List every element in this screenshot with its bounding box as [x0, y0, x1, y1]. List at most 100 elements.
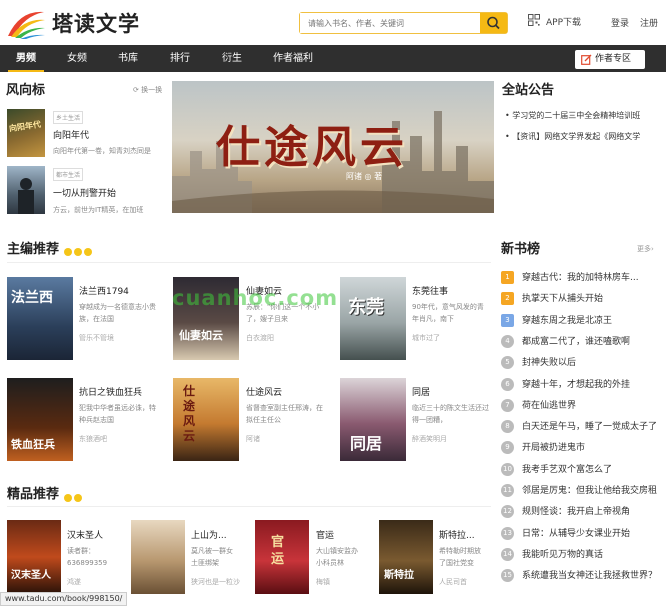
rank-title: 封神失败以后: [522, 358, 577, 369]
rank-item[interactable]: 8 白天还是午马，睡了一觉成太子了: [501, 417, 661, 438]
rank-item[interactable]: 4 都成富二代了，谁还嗑歌啊: [501, 332, 661, 353]
search-button[interactable]: [480, 13, 507, 33]
more-link[interactable]: 更多›: [637, 244, 654, 254]
rank-item[interactable]: 11 邻居是厉鬼：但我让他给我交房租: [501, 481, 661, 502]
nav-female[interactable]: 女频: [62, 45, 92, 72]
book-desc: 90年代，意气风发的青年肖凡，南下: [412, 303, 484, 323]
book-desc: 省督查室副主任邢涛，在拟任主任公: [246, 404, 323, 424]
nav-ranking[interactable]: 排行: [165, 45, 195, 72]
book-title[interactable]: 向阳年代: [53, 128, 163, 141]
rank-number: 14: [501, 547, 514, 561]
rank-item[interactable]: 15 系统遭我当女神还让我拯救世界？: [501, 566, 661, 587]
trending-title: 风向标: [6, 83, 46, 98]
book-author: 城市过了: [412, 334, 440, 342]
nav-author-welfare[interactable]: 作者福利: [268, 45, 318, 72]
notice-item[interactable]: • 学习党的二十届三中全会精神培训班: [505, 110, 660, 121]
rank-number: 3: [501, 313, 514, 327]
refresh-button[interactable]: ⟳ 换一换: [133, 85, 162, 95]
book-cover[interactable]: 汉末圣人: [7, 520, 61, 594]
book-desc: 希特勒时期放了国社党变: [439, 547, 481, 567]
book-title[interactable]: 法兰西1794: [79, 284, 169, 297]
rank-number: 13: [501, 526, 514, 540]
genre-tag: 乡土生活: [53, 111, 84, 124]
rank-item[interactable]: 1 穿越古代：我的加特林房车...: [501, 268, 661, 289]
login-link[interactable]: 登录: [611, 16, 629, 29]
book-cover[interactable]: [131, 520, 185, 594]
book-desc: 临近三十的陈文生活还过得一团糟，: [412, 404, 489, 424]
search-box: [299, 12, 508, 34]
cover-title: 铁血狂兵: [11, 438, 55, 451]
notice-item[interactable]: • 【资讯】网络文学界发起《网络文学: [505, 131, 660, 142]
search-icon: [487, 16, 500, 30]
book-title[interactable]: 官运: [316, 528, 366, 541]
book-cover[interactable]: 法兰西: [7, 277, 73, 360]
book-author: 鸿遂: [67, 578, 81, 586]
book-cover[interactable]: 斯特拉: [379, 520, 433, 594]
author-zone-button[interactable]: 作者专区: [575, 50, 645, 69]
rank-number: 8: [501, 420, 514, 434]
rank-item[interactable]: 3 穿越东周之我是北凉王: [501, 311, 661, 332]
nav-library[interactable]: 书库: [113, 45, 143, 72]
quality-picks-title: 精品推荐: [7, 487, 60, 502]
nav-male[interactable]: 男频: [8, 45, 44, 72]
book-cover[interactable]: 东莞: [340, 277, 406, 360]
book-title[interactable]: 斯特拉...: [439, 528, 491, 541]
rank-item[interactable]: 9 开局被扔进鬼市: [501, 438, 661, 459]
author-zone-label: 作者专区: [595, 54, 632, 64]
book-desc: 读者群：636899359: [67, 547, 108, 567]
register-link[interactable]: 注册: [640, 16, 658, 29]
rank-title: 荷在仙逃世界: [522, 400, 577, 411]
cover-title: 同居: [350, 434, 383, 453]
refresh-label: 换一换: [141, 86, 163, 94]
book-title[interactable]: 仕途风云: [246, 385, 326, 398]
status-url: www.tadu.com/book/998150/: [0, 592, 128, 606]
rank-number: 11: [501, 484, 514, 497]
watermark: cuanhoc.com: [172, 286, 339, 310]
rank-item[interactable]: 12 规则怪谈：我开启上帝视角: [501, 502, 661, 523]
edit-icon: [581, 54, 592, 65]
book-author: 东狼酒吧: [79, 435, 107, 443]
book-author: 人民司首: [439, 578, 467, 586]
rank-title: 穿越东周之我是北凉王: [522, 315, 613, 326]
banner-author: 阿诸 ◎ 著: [346, 172, 383, 181]
book-desc: 方云，前世为IT精英，在加班: [53, 206, 144, 214]
book-cover[interactable]: 铁血狂兵: [7, 378, 73, 461]
book-title[interactable]: 上山为...: [191, 528, 241, 541]
rank-title: 白天还是午马，睡了一觉成太子了: [522, 422, 658, 433]
app-download-link[interactable]: APP下载: [546, 15, 581, 28]
search-input[interactable]: [300, 13, 480, 33]
divider: [7, 506, 491, 507]
book-desc: 大山镇安监办小科员林: [316, 547, 358, 567]
rank-item[interactable]: 10 我考手艺双个富怎么了: [501, 460, 661, 481]
rank-item[interactable]: 5 封神失败以后: [501, 353, 661, 374]
rank-number: 2: [501, 292, 514, 306]
book-cover[interactable]: 仕途风云: [173, 378, 239, 461]
rank-item[interactable]: 6 穿越十年，才想起我的外挂: [501, 375, 661, 396]
editor-picks-title: 主编推荐: [7, 242, 60, 257]
cover-title: 法兰西: [11, 290, 53, 306]
book-cover[interactable]: 向阳年代: [7, 109, 45, 157]
rank-item[interactable]: 2 执掌天下从捕头开始: [501, 289, 661, 310]
logo-text[interactable]: 塔读文学: [52, 8, 140, 38]
rank-item[interactable]: 14 我能听见万物的真话: [501, 545, 661, 566]
rank-number: 6: [501, 377, 514, 391]
rank-title: 我考手艺双个富怎么了: [522, 464, 613, 475]
rank-title: 都成富二代了，谁还嗑歌啊: [522, 336, 631, 347]
rank-item[interactable]: 7 荷在仙逃世界: [501, 396, 661, 417]
book-cover[interactable]: 同居: [340, 378, 406, 461]
nav-derivative[interactable]: 衍生: [217, 45, 247, 72]
book-cover[interactable]: 官运: [255, 520, 309, 594]
book-title[interactable]: 同居: [412, 385, 492, 398]
book-title[interactable]: 一切从刑警开始: [53, 186, 163, 199]
book-author: 狭河也是一粒沙: [191, 578, 240, 586]
book-desc: 穿越成为一名德意志小贵族，在法国: [79, 303, 156, 323]
book-title[interactable]: 东莞往事: [412, 284, 492, 297]
cover-title: 汉末圣人: [11, 570, 51, 581]
new-books-title: 新书榜: [501, 242, 541, 257]
book-cover[interactable]: [7, 166, 45, 214]
logo-icon[interactable]: [6, 6, 46, 40]
rank-item[interactable]: 13 日常：从辅导少女课业开始: [501, 524, 661, 545]
featured-banner[interactable]: 仕途风云 阿诸 ◎ 著: [172, 81, 494, 213]
book-title[interactable]: 抗日之铁血狂兵: [79, 385, 169, 398]
book-title[interactable]: 汉末圣人: [67, 528, 117, 541]
